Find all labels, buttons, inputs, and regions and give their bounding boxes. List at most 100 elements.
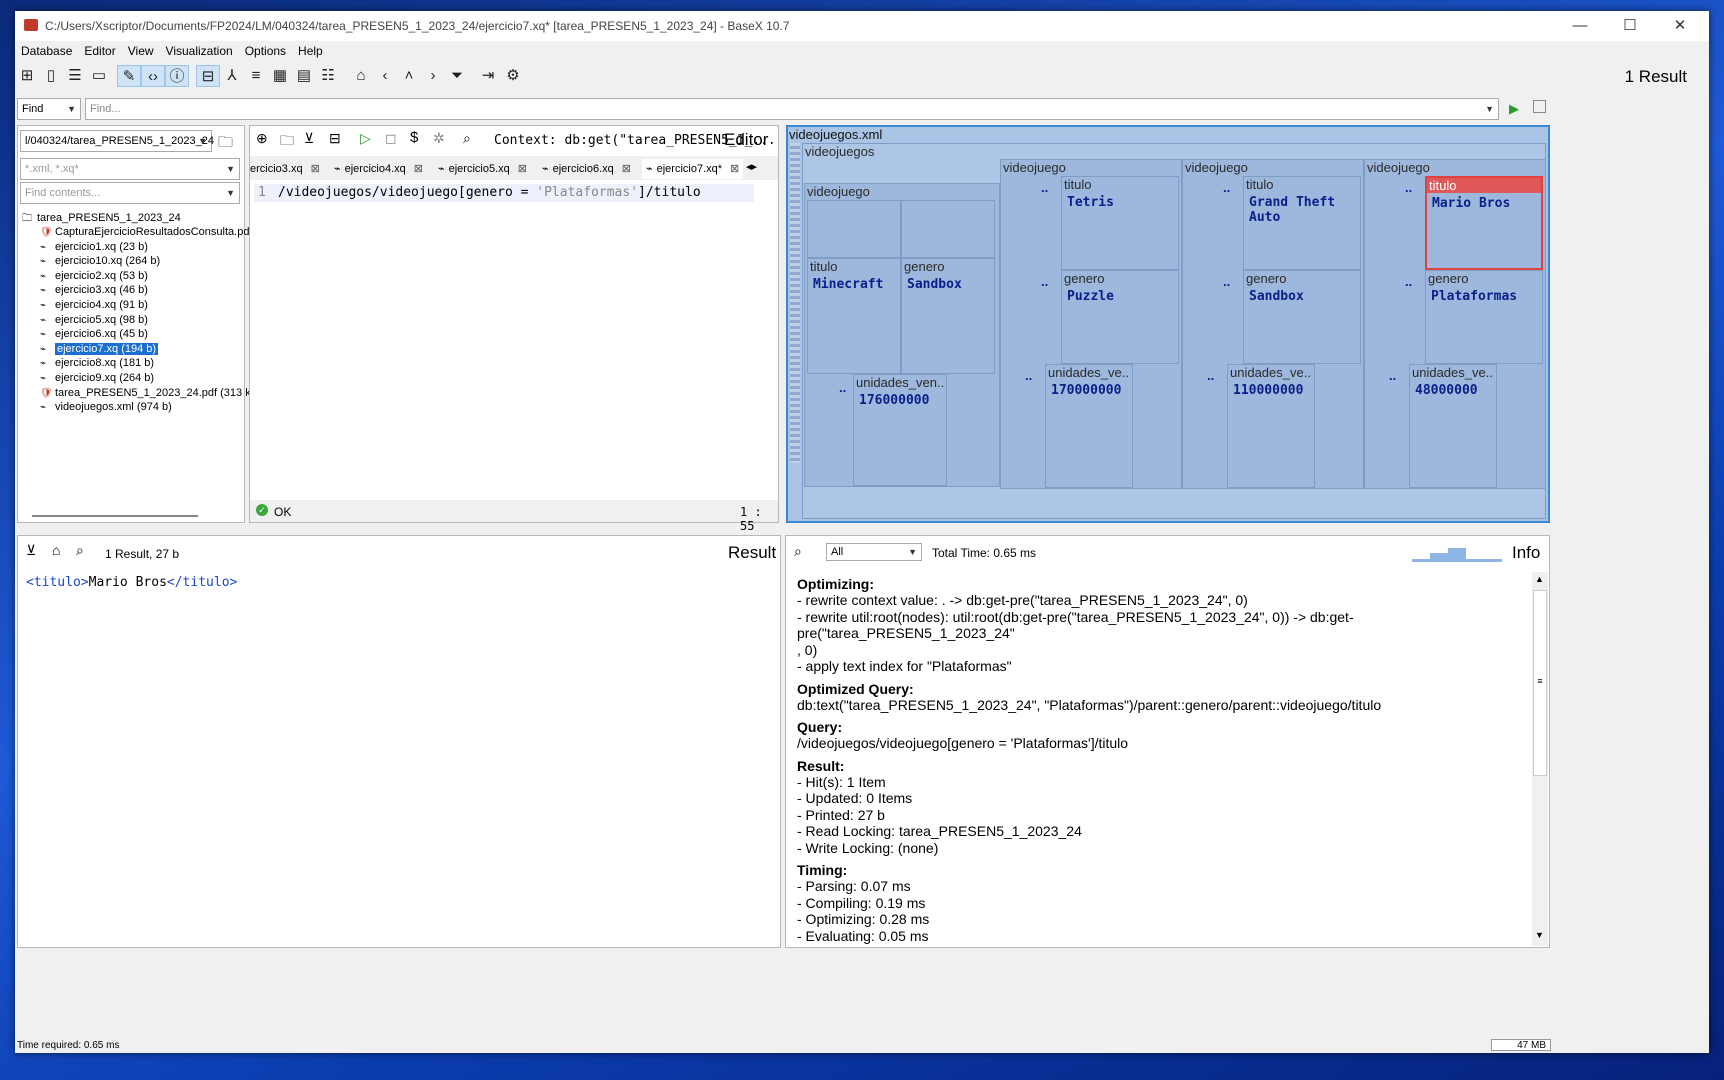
maximize-button[interactable]: ☐ xyxy=(1610,15,1650,37)
file-filter-input[interactable]: *.xml, *.xq* ▼ xyxy=(20,158,240,180)
close-database-icon[interactable]: ▭ xyxy=(87,65,111,87)
find-mode-select[interactable]: Find ▼ xyxy=(17,98,81,120)
save-result-icon[interactable]: ⊻ xyxy=(26,542,36,559)
project-file-item[interactable]: ⌁ ejercicio7.xq (194 b) xyxy=(40,342,159,355)
search-icon[interactable]: ⌕ xyxy=(794,543,802,560)
filter-icon[interactable]: ⏷ xyxy=(445,65,469,87)
run-query-icon[interactable]: ▷ xyxy=(360,130,371,147)
close-file-icon[interactable]: ⊟ xyxy=(329,130,341,147)
home-icon[interactable]: ⌂ xyxy=(52,542,60,558)
tab-ejercicio6[interactable]: ⌁ ejercicio6.xq ⊠ xyxy=(542,159,631,179)
find-input[interactable]: Find... ▼ xyxy=(85,98,1499,120)
find-contents-input[interactable]: Find contents... ▼ xyxy=(20,182,240,204)
info-toggle-icon[interactable]: ⓘ xyxy=(165,65,189,87)
new-file-icon[interactable]: ⊕ xyxy=(256,130,268,147)
menu-editor[interactable]: Editor xyxy=(78,41,121,61)
map-node-empty[interactable] xyxy=(901,200,995,258)
map-node-genero[interactable]: genero Puzzle xyxy=(1061,270,1179,364)
map-node-videojuego[interactable]: videojuego.. titulo Grand Theft Auto.. gene… xyxy=(1182,159,1364,489)
back-icon[interactable]: ‹ xyxy=(373,65,397,87)
code-editor[interactable]: /videojuegos/videojuego[genero = 'Plataf… xyxy=(278,185,701,200)
map-view-icon[interactable]: ⊟ xyxy=(196,65,220,87)
project-file-item[interactable]: ⌁ ejercicio8.xq (181 b) xyxy=(40,357,154,369)
horizontal-scrollbar[interactable] xyxy=(32,515,198,517)
info-line: db:text("tarea_PRESEN5_1_2023_24", "Plat… xyxy=(797,696,1382,713)
map-node-videojuego[interactable]: videojuego.. titulo Mario Bros.. genero Plat… xyxy=(1364,159,1546,489)
tree-view-icon[interactable]: ⅄ xyxy=(220,65,244,87)
map-node-titulo[interactable]: titulo Tetris xyxy=(1061,176,1179,270)
editor-toggle-icon[interactable]: ✎ xyxy=(117,65,141,87)
map-node-genero[interactable]: genero Sandbox xyxy=(1243,270,1361,364)
new-database-icon[interactable]: ⊞ xyxy=(15,65,39,87)
map-node-unidades[interactable]: unidades_ve.. 170000000 xyxy=(1045,364,1133,488)
map-node-titulo[interactable]: titulo Mario Bros xyxy=(1425,176,1543,270)
map-node-titulo[interactable]: titulo Grand Theft Auto xyxy=(1243,176,1361,270)
menu-view[interactable]: View xyxy=(122,41,160,61)
debug-icon[interactable]: ✲ xyxy=(433,130,445,147)
map-node-unidades[interactable]: unidades_ve.. 48000000 xyxy=(1409,364,1497,488)
info-scrollbar[interactable]: ▲ ≡ ▼ xyxy=(1532,572,1548,946)
scroll-thumb[interactable]: ≡ xyxy=(1533,590,1547,776)
memory-indicator[interactable]: 47 MB xyxy=(1491,1039,1551,1051)
project-file-item[interactable]: 🛡 tarea_PRESEN5_1_2023_24.pdf (313 kB) xyxy=(40,387,262,399)
map-node-unidades[interactable]: unidades_ve.. 110000000 xyxy=(1227,364,1315,488)
project-file-item[interactable]: ⌁ ejercicio6.xq (45 b) xyxy=(40,328,148,340)
menu-database[interactable]: Database xyxy=(15,41,78,61)
project-file-item[interactable]: ⌁ ejercicio3.xq (46 b) xyxy=(40,284,148,296)
project-file-item[interactable]: ⌁ ejercicio4.xq (91 b) xyxy=(40,299,148,311)
search-icon[interactable]: ⌕ xyxy=(76,542,84,559)
open-database-icon[interactable]: ▯ xyxy=(39,65,63,87)
map-node-videojuego[interactable]: videojuego titulo Minecraft genero Sandbox..… xyxy=(804,183,1000,487)
xquery-toggle-icon[interactable]: ‹› xyxy=(141,65,165,87)
forward-icon[interactable]: › xyxy=(421,65,445,87)
treemap[interactable]: videojuegos.xml videojuegos videojuego ti… xyxy=(788,127,1548,521)
up-icon[interactable]: ˄ xyxy=(397,65,421,87)
map-node-titulo[interactable]: titulo Minecraft xyxy=(807,258,901,374)
table-view-icon[interactable]: ▦ xyxy=(268,65,292,87)
tab-ejercicio3[interactable]: ercicio3.xq ⊠ xyxy=(250,159,320,179)
save-icon[interactable]: ⊻ xyxy=(304,130,314,147)
open-file-icon[interactable]: 🗀 xyxy=(280,130,294,154)
stop-find-icon[interactable] xyxy=(1533,100,1546,113)
menu-visualization[interactable]: Visualization xyxy=(160,41,239,61)
info-filter-select[interactable]: All ▼ xyxy=(826,543,922,561)
project-path-select[interactable]: l/040324/tarea_PRESEN5_1_2023_24 ▼ xyxy=(20,130,214,152)
info-line: - Evaluating: 0.05 ms xyxy=(797,927,929,944)
settings-gear-icon[interactable]: ⚙ xyxy=(501,65,525,87)
project-file-item[interactable]: ⌁ ejercicio10.xq (264 b) xyxy=(40,255,160,267)
project-file-item[interactable]: ⌁ ejercicio1.xq (23 b) xyxy=(40,241,148,253)
indent-icon[interactable]: ⇥ xyxy=(476,65,500,87)
tab-ejercicio7-active[interactable]: ⌁ ejercicio7.xq* ⊠ xyxy=(642,159,744,179)
map-node-unidades[interactable]: unidades_ven.. 176000000 xyxy=(853,374,947,486)
menu-help[interactable]: Help xyxy=(292,41,329,61)
unidades-value: 48000000 xyxy=(1415,383,1478,398)
minimize-button[interactable]: — xyxy=(1560,15,1600,37)
project-file-item[interactable]: ⌁ ejercicio9.xq (264 b) xyxy=(40,372,154,384)
map-node-genero[interactable]: genero Plataformas xyxy=(1425,270,1543,364)
run-find-icon[interactable]: ▶ xyxy=(1509,101,1519,117)
project-file-item[interactable]: ⌁ ejercicio2.xq (53 b) xyxy=(40,270,148,282)
scroll-tabs-icon[interactable]: ◂▸ xyxy=(746,160,757,173)
scroll-up-icon[interactable]: ▲ xyxy=(1535,574,1544,584)
home-icon[interactable]: ⌂ xyxy=(349,65,373,87)
explorer-view-icon[interactable]: ▤ xyxy=(292,65,316,87)
text-view-icon[interactable]: ≡ xyxy=(244,65,268,87)
menu-options[interactable]: Options xyxy=(239,41,292,61)
database-properties-icon[interactable]: ☰ xyxy=(63,65,87,87)
folder-view-icon[interactable]: ☷ xyxy=(316,65,340,87)
tab-ejercicio4[interactable]: ⌁ ejercicio4.xq ⊠ xyxy=(334,159,423,179)
stop-query-icon[interactable]: ◻ xyxy=(385,130,397,147)
project-file-item[interactable]: ⌁ videojuegos.xml (974 b) xyxy=(40,401,172,413)
folder-open-icon[interactable]: 🗀 xyxy=(218,132,233,157)
search-icon[interactable]: ⌕ xyxy=(463,130,471,147)
project-file-item[interactable]: ⌁ ejercicio5.xq (98 b) xyxy=(40,314,148,326)
project-file-label: ejercicio4.xq (91 b) xyxy=(55,299,148,311)
scroll-down-icon[interactable]: ▼ xyxy=(1535,930,1544,940)
map-node-videojuego[interactable]: videojuego.. titulo Tetris.. genero Puzzle..… xyxy=(1000,159,1182,489)
project-file-item[interactable]: 🛡 CapturaEjercicioResultadosConsulta.pdf … xyxy=(40,226,265,238)
map-node-empty[interactable] xyxy=(807,200,901,258)
close-button[interactable]: ✕ xyxy=(1660,15,1700,37)
map-node-genero[interactable]: genero Sandbox xyxy=(901,258,995,374)
tab-ejercicio5[interactable]: ⌁ ejercicio5.xq ⊠ xyxy=(438,159,527,179)
variables-icon[interactable]: $ xyxy=(410,129,418,146)
